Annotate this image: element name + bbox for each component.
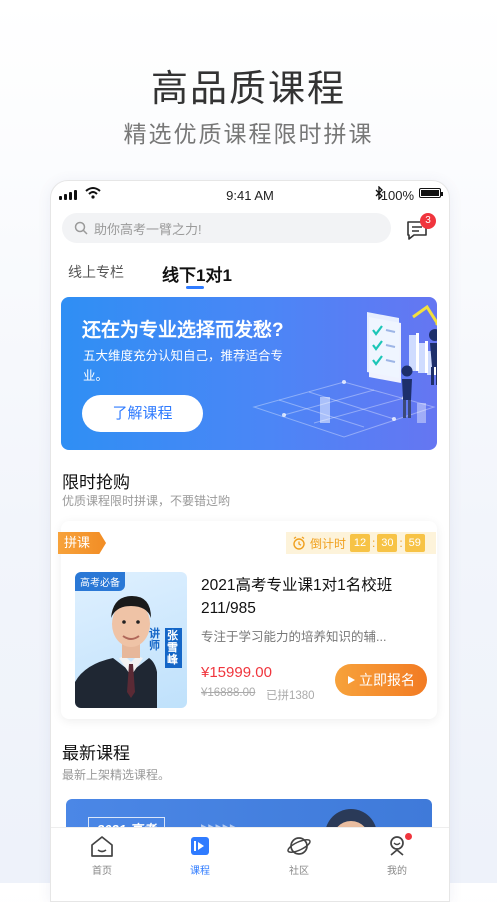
promo-subheadline: 精选优质课程限时拼课 bbox=[123, 121, 374, 147]
latest-courses-subtitle: 最新上架精选课程。 bbox=[62, 768, 171, 782]
countdown-label: 倒计时 bbox=[310, 536, 347, 551]
bottom-tab-bar: 首页 课程 社区 我的 bbox=[51, 827, 449, 888]
countdown-timer: 倒计时 12 : 30 : 59 bbox=[286, 532, 436, 554]
flash-sale-card[interactable]: 拼课 倒计时 12 : 30 : 59 高考必备 讲师 张雪峰 2021高考专业… bbox=[58, 521, 437, 719]
tab-online-column[interactable]: 线上专栏 bbox=[68, 262, 124, 282]
course-title[interactable]: 2021高考专业课1对1名校班211/985 bbox=[201, 574, 429, 620]
tab-profile[interactable]: 我的 bbox=[367, 834, 427, 877]
learn-course-button[interactable]: 了解课程 bbox=[82, 395, 203, 432]
alarm-clock-icon bbox=[292, 536, 306, 550]
countdown-minutes: 30 bbox=[377, 534, 398, 552]
tab-profile-label: 我的 bbox=[387, 866, 407, 877]
signup-label: 立即报名 bbox=[359, 672, 415, 688]
message-badge: 3 bbox=[420, 213, 436, 229]
tab-home[interactable]: 首页 bbox=[72, 834, 132, 877]
teacher-name: 张雪峰 bbox=[165, 628, 182, 668]
tab-course[interactable]: 课程 bbox=[170, 834, 230, 877]
group-buy-tag: 拼课 bbox=[58, 532, 107, 554]
search-placeholder: 助你高考一臂之力! bbox=[94, 221, 202, 237]
search-bar[interactable]: 助你高考一臂之力! bbox=[62, 213, 391, 243]
latest-courses-title: 最新课程 bbox=[62, 744, 130, 763]
original-price: ¥16888.00 bbox=[201, 687, 256, 699]
profile-notification-dot bbox=[405, 833, 412, 840]
phone-screen: 9:41 AM 100% 助你高考一臂之力! 3 线上专栏 线下1对1 还在为专… bbox=[50, 180, 450, 902]
battery-percent: 100% bbox=[380, 188, 414, 203]
play-icon bbox=[348, 676, 355, 684]
promo-headline: 高品质课程 bbox=[151, 68, 346, 109]
course-description: 专注于学习能力的培养知识的辅... bbox=[201, 630, 387, 644]
flash-sale-subtitle: 优质课程限时拼课，不要错过哟 bbox=[62, 494, 231, 508]
teacher-label: 讲师 bbox=[149, 628, 160, 652]
course-price: ¥15999.00 bbox=[201, 664, 272, 681]
tab-offline-1on1[interactable]: 线下1对1 bbox=[162, 261, 232, 286]
flash-sale-title: 限时抢购 bbox=[62, 473, 130, 492]
tab-active-indicator bbox=[186, 286, 204, 289]
banner-illustration bbox=[252, 304, 437, 438]
status-bar: 9:41 AM 100% bbox=[51, 181, 449, 209]
home-icon bbox=[91, 836, 113, 857]
tab-course-label: 课程 bbox=[190, 866, 210, 877]
course-thumbnail[interactable]: 高考必备 讲师 张雪峰 bbox=[75, 572, 187, 708]
course-icon bbox=[191, 837, 209, 855]
tab-community-label: 社区 bbox=[289, 866, 309, 877]
joined-count: 已拼1380 bbox=[266, 690, 315, 702]
search-icon bbox=[74, 221, 88, 235]
community-icon bbox=[287, 837, 311, 855]
tab-home-label: 首页 bbox=[92, 866, 112, 877]
tab-community[interactable]: 社区 bbox=[269, 834, 329, 877]
promo-banner[interactable]: 还在为专业选择而发愁? 五大维度充分认知自己，推荐适合专业。 了解课程 bbox=[61, 297, 437, 450]
countdown-hours: 12 bbox=[350, 534, 371, 552]
countdown-seconds: 59 bbox=[404, 534, 425, 552]
signup-button[interactable]: 立即报名 bbox=[335, 664, 427, 696]
battery-icon bbox=[419, 188, 443, 198]
